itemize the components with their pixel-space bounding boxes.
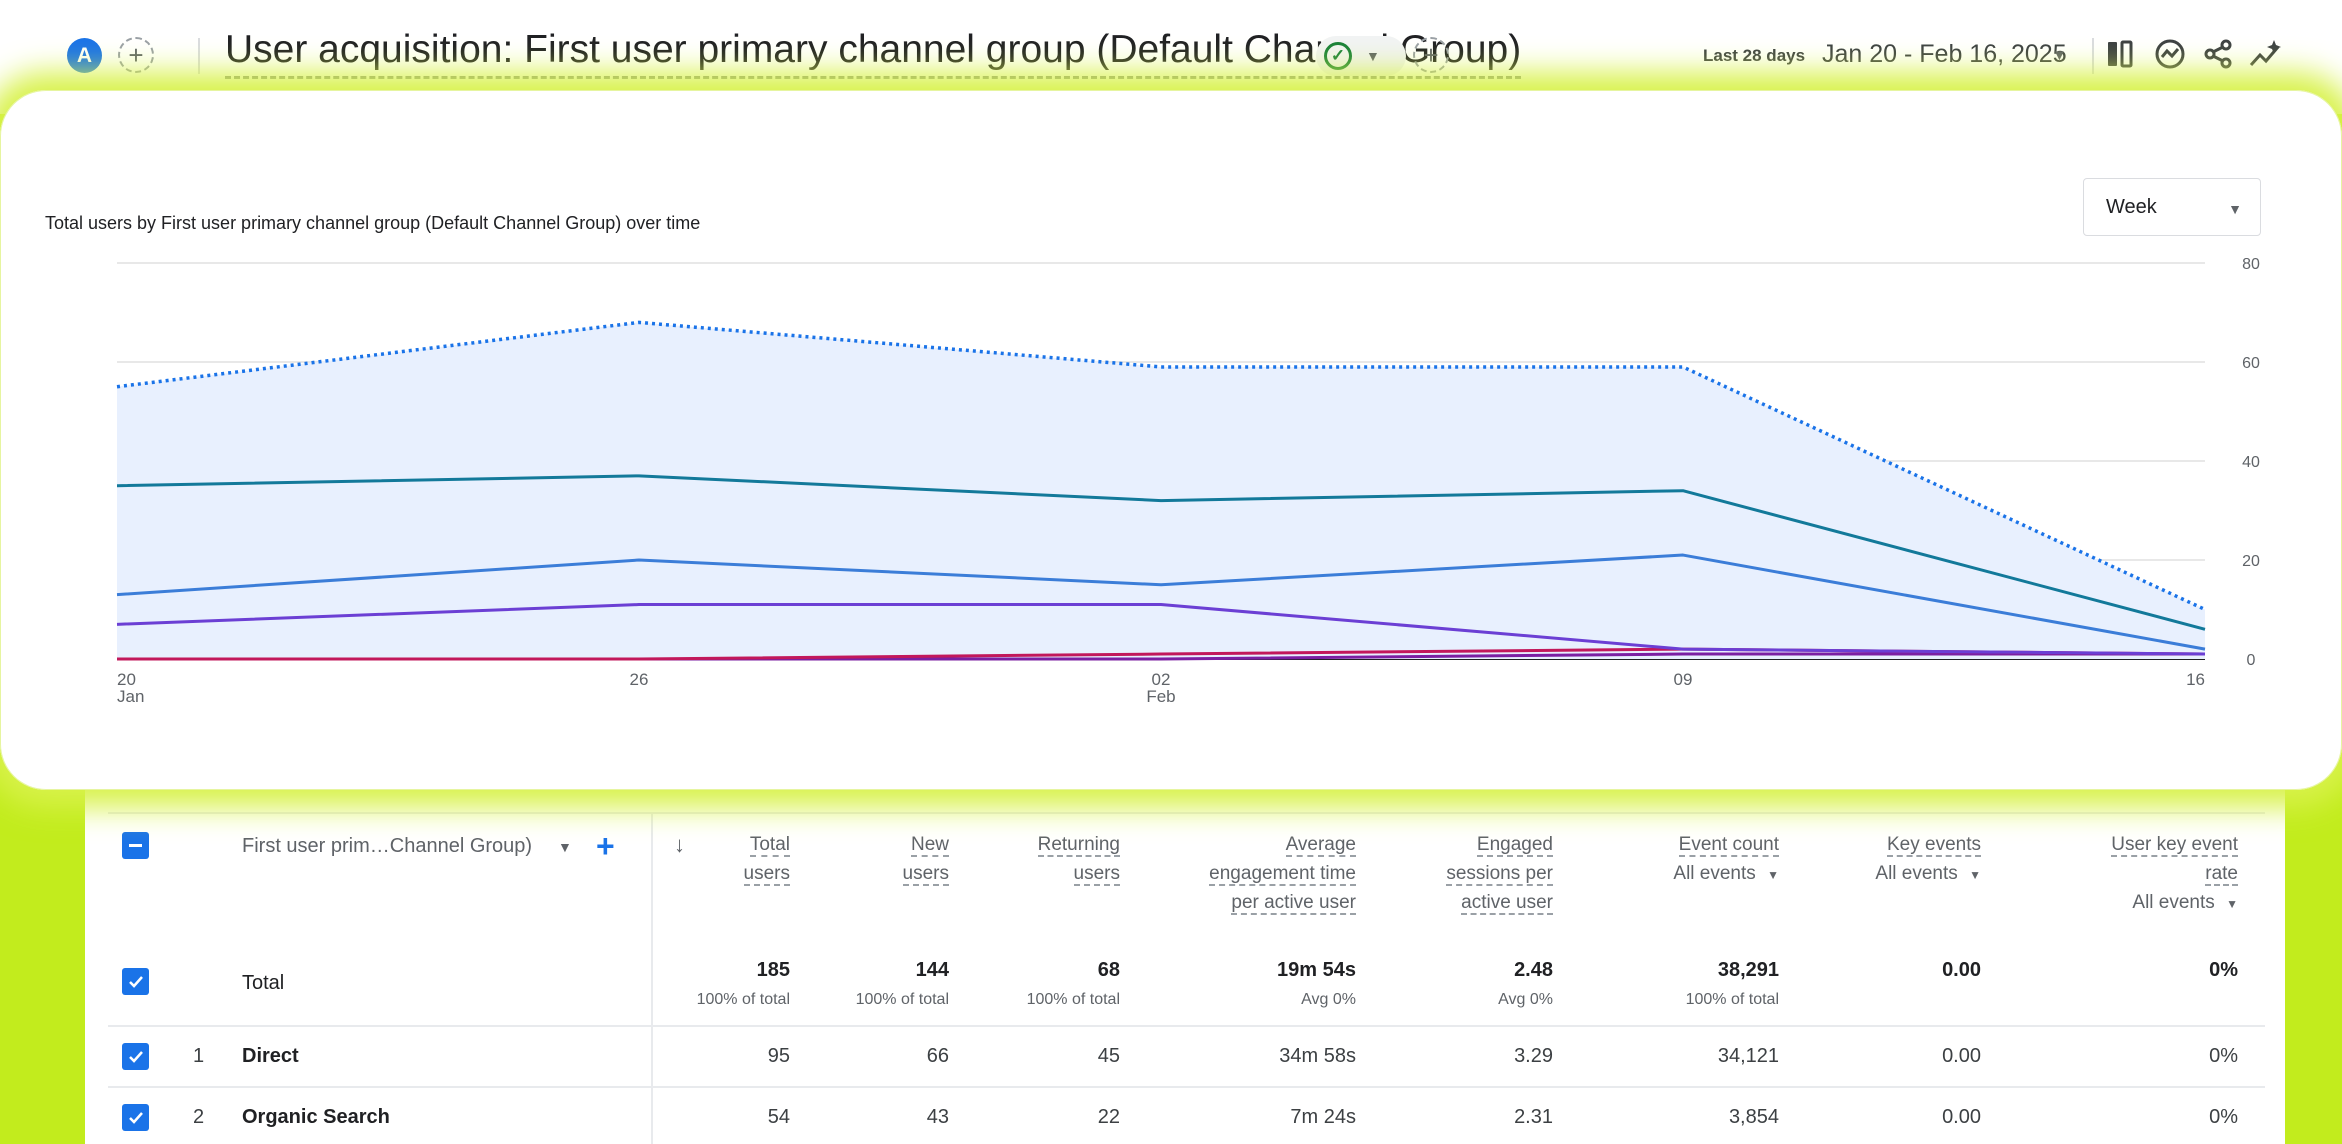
y-tick-label: 20: [2242, 553, 2260, 570]
column-header[interactable]: Key events All events ▼: [1741, 830, 1981, 890]
date-range-value[interactable]: Jan 20 - Feb 16, 2025: [1822, 40, 2067, 69]
total-share: 100% of total: [1685, 991, 1779, 1008]
column-header-label: Key events: [1887, 834, 1981, 857]
column-header[interactable]: Engaged sessions per active user: [1313, 830, 1553, 917]
x-tick-label: 26: [630, 670, 649, 689]
row-label[interactable]: Direct: [242, 1045, 299, 1068]
total-value: 68: [1097, 959, 1120, 981]
row-checkbox[interactable]: [122, 1043, 149, 1070]
caret-down-icon[interactable]: ▼: [2223, 897, 2238, 911]
column-header-label: User key event: [2111, 834, 2238, 857]
row-value: 0%: [2209, 1045, 2238, 1067]
column-header-label: users: [1073, 863, 1120, 886]
row-value: 2.31: [1514, 1106, 1553, 1128]
y-tick-label: 40: [2242, 454, 2260, 471]
row-value: 0.00: [1942, 1045, 1981, 1067]
x-tick-month: Feb: [1146, 687, 1175, 706]
total-share: Avg 0%: [1498, 991, 1553, 1008]
total-row-checkbox[interactable]: [122, 968, 149, 995]
total-area-fill: [117, 322, 2205, 659]
line-chart: 80604020020Jan26 02Feb09 16: [116, 256, 2260, 706]
table-top-border: [108, 812, 2265, 814]
add-comparison-button[interactable]: +: [118, 37, 154, 73]
caret-down-icon: ▼: [1366, 48, 1380, 64]
share-icon[interactable]: [2198, 34, 2238, 74]
select-all-checkbox[interactable]: [122, 832, 149, 859]
column-header-label: Returning: [1037, 834, 1120, 857]
column-header[interactable]: Returning users: [880, 830, 1120, 888]
total-value: 0.00: [1942, 959, 1981, 981]
row-value: 3.29: [1514, 1045, 1553, 1067]
table-row[interactable]: 1 Direct 95 66 45 34m 58s 3.29 34,121 0.00 0%: [85, 1026, 2285, 1088]
event-filter-label[interactable]: All events: [1875, 863, 1957, 884]
table-row[interactable]: 2 Organic Search 54 43 22 7m 24s 2.31 3,854 0.00…: [85, 1087, 2285, 1144]
row-value: 0%: [2209, 1106, 2238, 1128]
total-value: 0%: [2209, 959, 2238, 981]
column-header-label: rate: [2205, 863, 2238, 886]
row-rank: 2: [193, 1106, 205, 1128]
date-range-label: Last 28 days: [1703, 46, 1806, 65]
caret-down-icon[interactable]: ▼: [1966, 868, 1981, 882]
insights-icon[interactable]: [2150, 34, 2190, 74]
row-checkbox[interactable]: [122, 1104, 149, 1131]
check-circle-icon: ✓: [1324, 42, 1352, 70]
column-header-label: active user: [1461, 892, 1553, 915]
header-divider-2: [2092, 38, 2094, 74]
compare-columns-icon[interactable]: [2100, 34, 2140, 74]
date-range-caret-icon[interactable]: ▼: [2052, 47, 2067, 64]
x-tick-label: 09: [1674, 670, 1693, 689]
sparkle-trend-icon[interactable]: [2246, 34, 2286, 74]
total-row-label: Total: [242, 972, 285, 994]
header-divider: [198, 38, 200, 74]
add-report-button[interactable]: +: [1413, 37, 1449, 73]
column-header-label: sessions per: [1446, 863, 1553, 886]
row-value: 22: [1097, 1106, 1120, 1128]
comparison-avatar[interactable]: A: [67, 38, 102, 73]
x-tick-month: Jan: [117, 687, 144, 706]
row-label[interactable]: Organic Search: [242, 1106, 390, 1129]
report-table: First user prim…Channel Group) ▼ + ↓ Tot…: [85, 740, 2285, 1144]
total-share: 100% of total: [1026, 991, 1120, 1008]
total-value: 2.48: [1514, 959, 1553, 981]
row-rank: 1: [193, 1045, 205, 1067]
y-tick-label: 0: [2247, 652, 2256, 669]
avatar-letter: A: [76, 43, 93, 67]
y-tick-label: 80: [2242, 256, 2260, 273]
chart-highlight-card: Total users by First user primary channe…: [0, 90, 2342, 790]
row-value: 0.00: [1942, 1106, 1981, 1128]
event-filter-label[interactable]: All events: [2132, 892, 2214, 913]
column-header[interactable]: User key event rate All events ▼: [1998, 830, 2238, 919]
dimension-header[interactable]: First user prim…Channel Group): [242, 835, 532, 858]
report-status-dropdown[interactable]: ✓ ▼: [1316, 36, 1406, 76]
row-value: 45: [1097, 1045, 1120, 1067]
y-tick-label: 60: [2242, 355, 2260, 372]
x-tick-label: 16: [2186, 670, 2205, 689]
